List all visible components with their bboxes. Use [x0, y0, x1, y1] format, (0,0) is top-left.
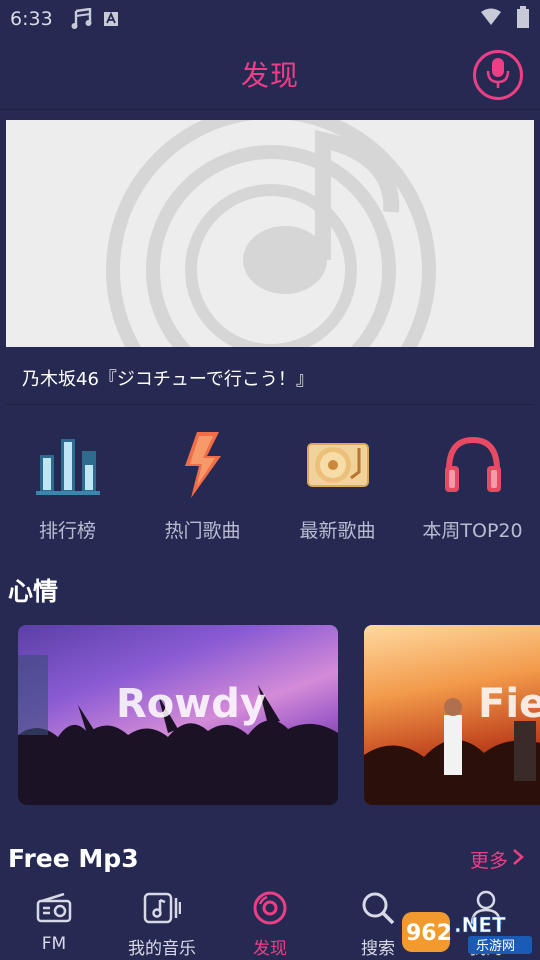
battery-icon [516, 6, 530, 32]
category-charts[interactable]: 排行榜 [0, 430, 135, 550]
radio-icon [34, 888, 74, 928]
search-icon [358, 888, 398, 928]
svg-text:962: 962 [406, 921, 452, 946]
turntable-icon [303, 430, 373, 500]
mood-card[interactable]: Fiery [364, 625, 540, 805]
watermark-logo: 962 .NET 乐游网 [398, 912, 538, 960]
nav-label: FM [41, 934, 67, 954]
svg-text:.NET: .NET [454, 913, 506, 937]
status-time: 6:33 [10, 8, 53, 30]
nav-item-discover[interactable]: 发现 [216, 880, 324, 960]
category-label: 本周TOP20 [422, 520, 523, 542]
chart-bars-icon [33, 430, 103, 500]
nav-item-fm[interactable]: FM [0, 880, 108, 960]
music-note-icon [101, 120, 441, 347]
banner-image [6, 120, 534, 347]
lightning-icon [168, 430, 238, 500]
svg-text:乐游网: 乐游网 [476, 939, 515, 954]
microphone-icon [485, 57, 511, 93]
music-library-icon [142, 888, 182, 928]
music-notification-icon [71, 8, 93, 30]
mood-card-list[interactable]: Rowdy Fiery [0, 625, 540, 805]
mood-card[interactable]: Rowdy [18, 625, 338, 805]
category-top20[interactable]: 本周TOP20 [405, 430, 540, 550]
voice-search-button[interactable] [473, 50, 523, 100]
category-row: 排行榜 热门歌曲 最新歌曲 本周TOP20 [0, 430, 540, 550]
mood-card-label: Rowdy [116, 681, 266, 727]
more-label: 更多 [470, 850, 509, 872]
top-bar: 发现 [0, 38, 540, 110]
featured-banner[interactable]: 乃木坂46『ジコチューで行こう！』 [6, 120, 534, 405]
category-new-songs[interactable]: 最新歌曲 [270, 430, 405, 550]
disc-icon [250, 888, 290, 928]
mood-card-label: Fiery [478, 681, 540, 727]
site-watermark: 962 .NET 乐游网 [398, 908, 538, 956]
category-label: 排行榜 [38, 520, 96, 542]
app-notification-icon [103, 11, 119, 27]
banner-caption: 乃木坂46『ジコチューで行こう！』 [22, 369, 314, 390]
free-mp3-section-title: Free Mp3 [8, 844, 139, 873]
status-bar: 6:33 [0, 0, 540, 38]
headphones-icon [438, 430, 508, 500]
mood-section-title: 心情 [8, 577, 59, 606]
page-title: 发现 [240, 59, 299, 92]
category-label: 最新歌曲 [299, 520, 376, 542]
category-label: 热门歌曲 [164, 520, 241, 542]
more-link[interactable]: 更多 [470, 846, 524, 873]
nav-label: 发现 [253, 939, 287, 959]
chevron-right-icon [512, 848, 524, 871]
nav-item-my-music[interactable]: 我的音乐 [108, 880, 216, 960]
nav-label: 我的音乐 [128, 939, 196, 959]
wifi-icon [480, 8, 502, 30]
nav-label: 搜索 [361, 939, 395, 959]
category-hot-songs[interactable]: 热门歌曲 [135, 430, 270, 550]
